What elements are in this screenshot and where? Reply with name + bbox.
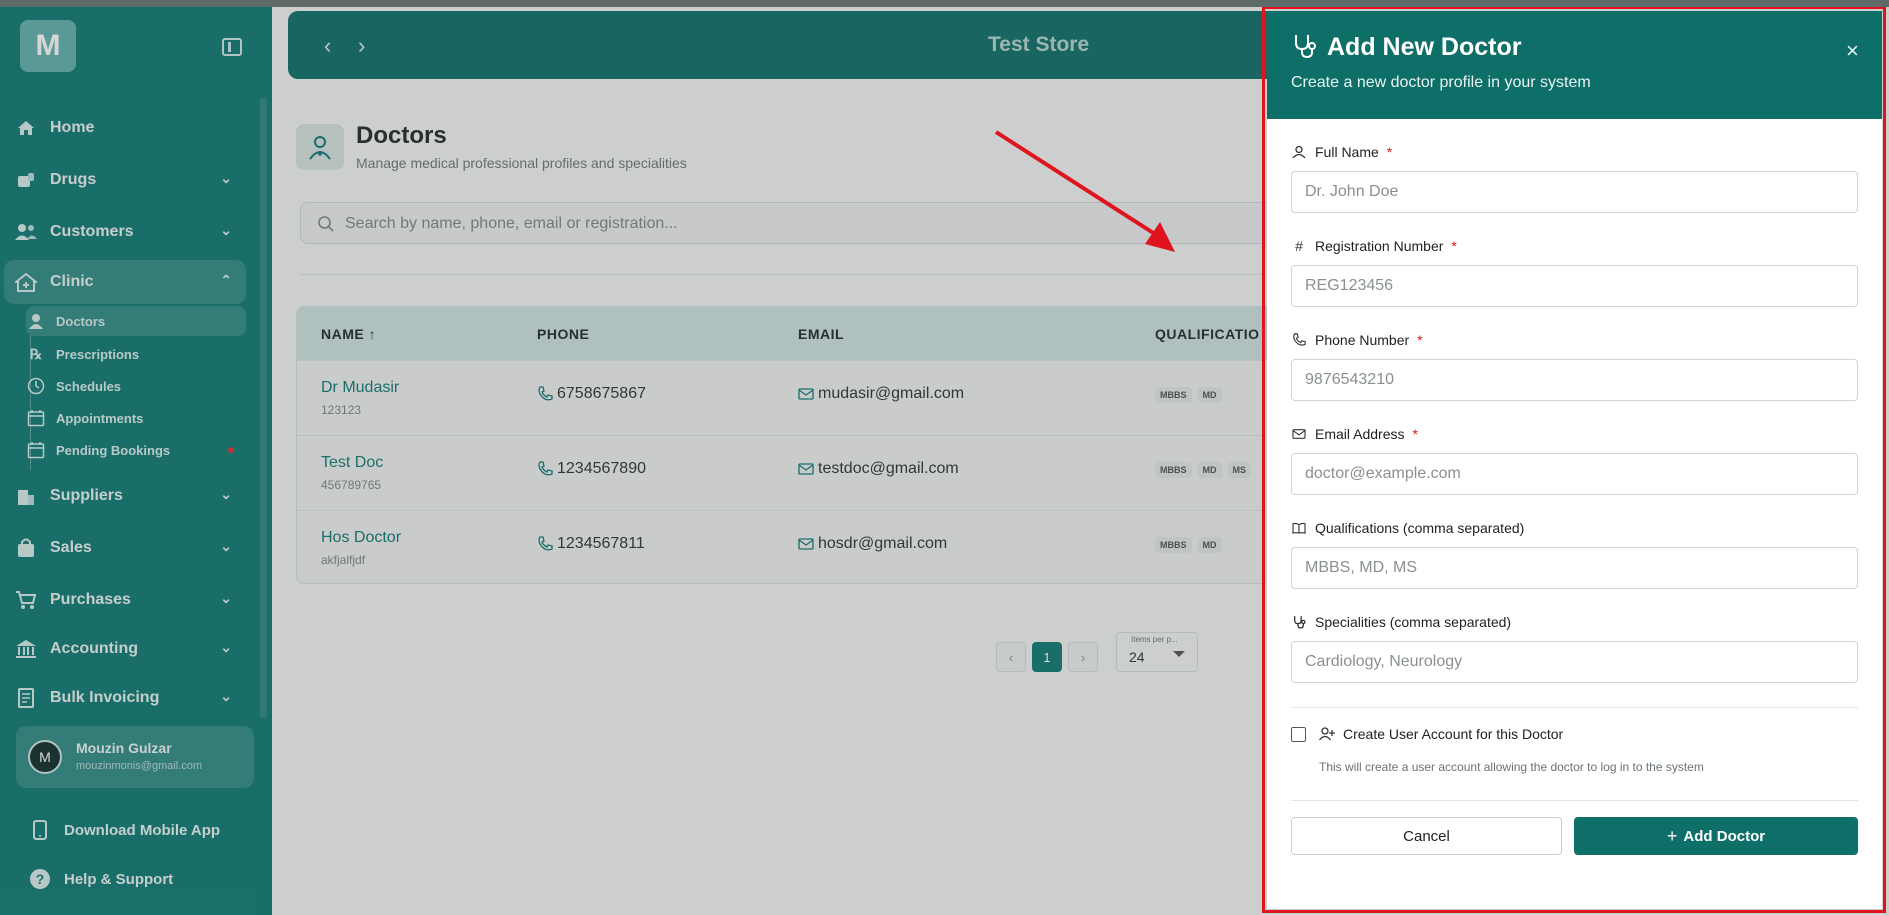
label-text: Email Address xyxy=(1315,426,1405,442)
divider xyxy=(1291,707,1858,708)
mail-icon xyxy=(1291,426,1307,442)
registration-field[interactable] xyxy=(1291,265,1858,307)
phone-field[interactable] xyxy=(1291,359,1858,401)
required-marker: * xyxy=(1386,144,1393,160)
red-arrow-annotation xyxy=(994,130,1175,252)
label-text: Specialities (comma separated) xyxy=(1315,614,1512,630)
stethoscope-icon xyxy=(1291,33,1317,64)
add-doctor-dialog: Add New Doctor Create a new doctor profi… xyxy=(1267,11,1882,909)
top-strip xyxy=(0,0,1889,7)
required-marker: * xyxy=(1412,426,1418,442)
email-input[interactable] xyxy=(1292,454,1857,494)
add-doctor-button[interactable]: + Add Doctor xyxy=(1574,817,1858,855)
label-text: Registration Number xyxy=(1315,238,1444,254)
phone-label: Phone Number * xyxy=(1291,332,1423,348)
phone-icon xyxy=(1291,332,1307,348)
dialog-title: Add New Doctor xyxy=(1327,33,1522,61)
user-icon xyxy=(1291,144,1307,160)
stethoscope-icon xyxy=(1291,614,1307,630)
specialities-field[interactable] xyxy=(1291,641,1858,683)
registration-input[interactable] xyxy=(1292,266,1857,306)
email-label: Email Address * xyxy=(1291,426,1418,442)
create-account-help: This will create a user account allowing… xyxy=(1319,760,1704,774)
qualifications-input[interactable] xyxy=(1292,548,1857,588)
qualifications-label: Qualifications (comma separated) xyxy=(1291,520,1524,536)
specialities-label: Specialities (comma separated) xyxy=(1291,614,1511,630)
dialog-subtitle: Create a new doctor profile in your syst… xyxy=(1291,74,1591,91)
hash-icon: # xyxy=(1295,238,1303,254)
required-marker: * xyxy=(1417,332,1423,348)
cancel-button[interactable]: Cancel xyxy=(1291,817,1562,855)
full-name-input[interactable] xyxy=(1292,172,1857,212)
divider xyxy=(1291,800,1858,801)
label-text: Full Name xyxy=(1315,144,1379,160)
dialog-header: Add New Doctor Create a new doctor profi… xyxy=(1267,11,1882,119)
phone-input[interactable] xyxy=(1292,360,1857,400)
book-icon xyxy=(1291,520,1307,536)
full-name-label: Full Name * xyxy=(1291,144,1392,160)
full-name-field[interactable] xyxy=(1291,171,1858,213)
email-field[interactable] xyxy=(1291,453,1858,495)
plus-icon: + xyxy=(1666,825,1678,846)
close-icon[interactable]: × xyxy=(1846,40,1859,62)
qualifications-field[interactable] xyxy=(1291,547,1858,589)
add-doctor-label: Add Doctor xyxy=(1683,827,1766,845)
create-account-label[interactable]: Create User Account for this Doctor xyxy=(1319,726,1563,742)
specialities-input[interactable] xyxy=(1292,642,1857,682)
label-text: Phone Number xyxy=(1315,332,1410,348)
label-text: Qualifications (comma separated) xyxy=(1315,520,1525,536)
create-account-checkbox[interactable] xyxy=(1291,727,1306,742)
registration-label: # Registration Number * xyxy=(1291,238,1457,254)
required-marker: * xyxy=(1451,238,1457,254)
checkbox-label-text: Create User Account for this Doctor xyxy=(1343,726,1564,742)
user-plus-icon xyxy=(1319,727,1335,741)
